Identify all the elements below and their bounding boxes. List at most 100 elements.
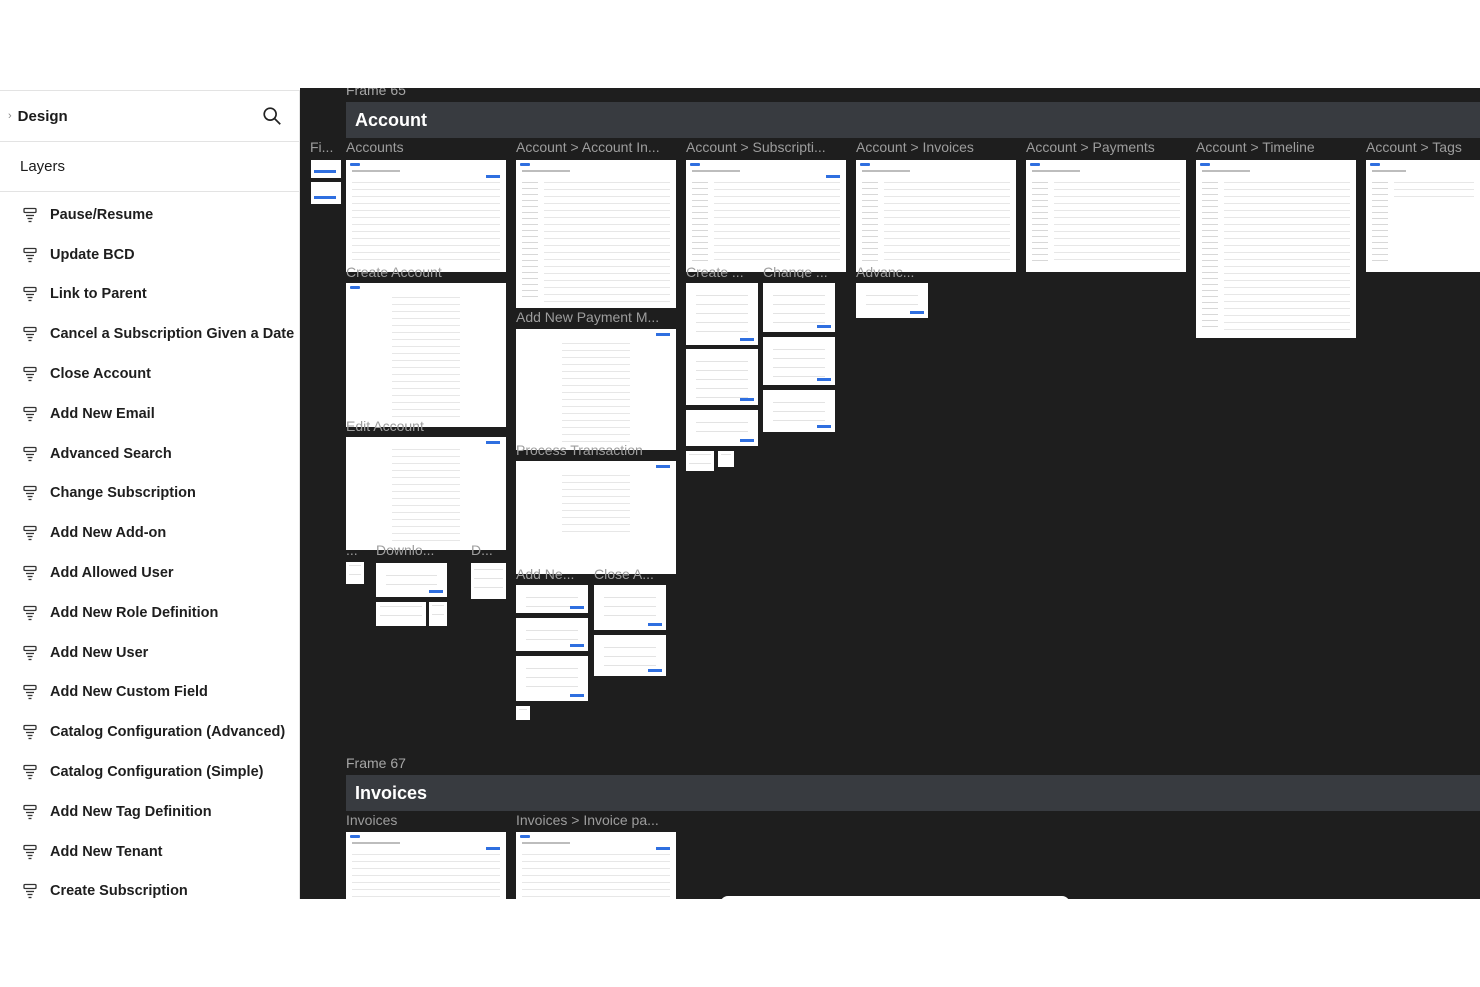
artboard-invoices[interactable] bbox=[856, 160, 1016, 272]
artboard-label-subscriptions[interactable]: Account > Subscripti... bbox=[686, 139, 846, 155]
artboard-label-change-short[interactable]: Change ... bbox=[763, 264, 835, 278]
dialog-change-1[interactable] bbox=[763, 283, 835, 332]
layer-item[interactable]: Add New Role Definition bbox=[0, 593, 299, 633]
artboard-label-account-info[interactable]: Account > Account In... bbox=[516, 139, 676, 155]
artboard-label-add-payment[interactable]: Add New Payment M... bbox=[516, 309, 676, 325]
dialog-add-new-1[interactable] bbox=[516, 585, 588, 613]
artboard-label-create-account[interactable]: Create Account bbox=[346, 264, 506, 278]
layer-item[interactable]: Pause/Resume bbox=[0, 195, 299, 235]
artboard-label-download[interactable]: Downlo... bbox=[376, 542, 446, 558]
layer-item[interactable]: Cancel a Subscription Given a Date bbox=[0, 314, 299, 354]
dialog-change-3[interactable] bbox=[763, 390, 835, 432]
dialog-advanced-search[interactable] bbox=[856, 283, 928, 318]
design-canvas[interactable]: Frame 65 Account Fi... Accounts Account … bbox=[300, 88, 1480, 899]
design-panel-title[interactable]: Design bbox=[18, 108, 261, 125]
artboard-label-close-short[interactable]: Close A... bbox=[594, 566, 666, 580]
layer-item[interactable]: Catalog Configuration (Advanced) bbox=[0, 712, 299, 752]
layer-item[interactable]: Add New User bbox=[0, 633, 299, 673]
artboard-label-accounts[interactable]: Accounts bbox=[346, 139, 506, 155]
section-frame-icon bbox=[23, 764, 37, 780]
design-panel-header: › Design bbox=[0, 90, 299, 142]
layer-item[interactable]: Create Subscription bbox=[0, 872, 299, 899]
dialog-create-1[interactable] bbox=[686, 283, 758, 345]
artboard-label-fi[interactable]: Fi... bbox=[310, 139, 340, 155]
layer-item[interactable]: Catalog Configuration (Simple) bbox=[0, 752, 299, 792]
canvas-toolbar-edge[interactable] bbox=[720, 896, 1070, 899]
layer-item[interactable]: Close Account bbox=[0, 354, 299, 394]
dialog-create-4[interactable] bbox=[686, 451, 714, 471]
frame-65-label[interactable]: Frame 65 bbox=[346, 88, 406, 98]
dialog-download-2[interactable] bbox=[376, 602, 426, 626]
artboard-label-edit-account[interactable]: Edit Account bbox=[346, 418, 506, 432]
artboard-label-invoice-page[interactable]: Invoices > Invoice pa... bbox=[516, 812, 676, 828]
layer-item-label: Add New Add-on bbox=[50, 525, 167, 542]
artboard-fi-top[interactable] bbox=[311, 160, 341, 178]
artboard-edit-account[interactable] bbox=[346, 437, 506, 550]
dialog-add-new-2[interactable] bbox=[516, 618, 588, 651]
layer-item[interactable]: Add New Custom Field bbox=[0, 673, 299, 713]
artboard-process-transaction[interactable] bbox=[516, 461, 676, 574]
section-frame-icon bbox=[23, 645, 37, 660]
layer-item[interactable]: Update BCD bbox=[0, 235, 299, 275]
artboard-invoice-page[interactable] bbox=[516, 832, 676, 899]
invoices-section-bar[interactable]: Invoices bbox=[346, 775, 1480, 811]
dialog-add-new-3[interactable] bbox=[516, 656, 588, 701]
layer-item[interactable]: Add New Add-on bbox=[0, 513, 299, 553]
artboard-tags[interactable] bbox=[1366, 160, 1480, 272]
layer-item[interactable]: Add New Tag Definition bbox=[0, 792, 299, 832]
section-frame-icon bbox=[23, 844, 37, 859]
dialog-download-1[interactable] bbox=[376, 563, 447, 597]
layer-item[interactable]: Advanced Search bbox=[0, 434, 299, 474]
dialog-download-3[interactable] bbox=[429, 602, 447, 626]
artboard-label-add-new-short[interactable]: Add Ne... bbox=[516, 566, 588, 580]
artboard-label-advanced-short[interactable]: Advanc... bbox=[856, 264, 928, 278]
chevron-right-icon[interactable]: › bbox=[8, 110, 12, 122]
layer-item-label: Update BCD bbox=[50, 246, 135, 263]
artboard-label-payments[interactable]: Account > Payments bbox=[1026, 139, 1186, 155]
dialog-date-picker[interactable] bbox=[471, 563, 506, 599]
layer-item[interactable]: Change Subscription bbox=[0, 474, 299, 514]
artboard-timeline[interactable] bbox=[1196, 160, 1356, 338]
artboard-label-dots[interactable]: ... bbox=[346, 542, 366, 558]
artboard-label-invoices[interactable]: Account > Invoices bbox=[856, 139, 1016, 155]
artboard-create-account[interactable] bbox=[346, 283, 506, 427]
layer-item[interactable]: Add Allowed User bbox=[0, 553, 299, 593]
layer-item-label: Add New Tenant bbox=[50, 843, 163, 860]
dialog-close-account[interactable] bbox=[594, 585, 666, 630]
artboard-label-timeline[interactable]: Account > Timeline bbox=[1196, 139, 1356, 155]
layer-item[interactable]: Add New Tenant bbox=[0, 832, 299, 872]
section-frame-icon bbox=[23, 526, 37, 541]
dialog-change-2[interactable] bbox=[763, 337, 835, 385]
artboard-fi-bottom[interactable] bbox=[311, 182, 341, 204]
dialog-close-2[interactable] bbox=[594, 635, 666, 676]
layer-item[interactable]: Link to Parent bbox=[0, 275, 299, 315]
artboard-subscriptions[interactable] bbox=[686, 160, 846, 272]
artboard-accounts[interactable] bbox=[346, 160, 506, 272]
layer-item[interactable]: Add New Email bbox=[0, 394, 299, 434]
layer-item-label: Close Account bbox=[50, 366, 151, 383]
artboard-label-d-short[interactable]: D... bbox=[471, 542, 507, 558]
dialog-create-5[interactable] bbox=[718, 451, 734, 467]
artboard-account-info[interactable] bbox=[516, 160, 676, 308]
search-icon[interactable] bbox=[261, 105, 283, 127]
dialog-add-new-4[interactable] bbox=[516, 706, 530, 720]
section-frame-icon bbox=[23, 446, 37, 461]
artboard-label-invoices-list[interactable]: Invoices bbox=[346, 812, 506, 828]
artboard-label-process-transaction[interactable]: Process Transaction bbox=[516, 442, 676, 456]
layer-item-label: Change Subscription bbox=[50, 485, 196, 502]
layer-item-label: Link to Parent bbox=[50, 286, 147, 303]
artboard-label-tags[interactable]: Account > Tags bbox=[1366, 139, 1480, 155]
artboard-add-payment[interactable] bbox=[516, 329, 676, 450]
layer-item-label: Add New Email bbox=[50, 405, 155, 422]
artboard-label-create-short[interactable]: Create ... bbox=[686, 264, 756, 278]
artboard-invoices-list[interactable] bbox=[346, 832, 506, 899]
dialog-create-2[interactable] bbox=[686, 349, 758, 405]
dialog-dots[interactable] bbox=[346, 562, 364, 584]
layer-item-label: Advanced Search bbox=[50, 445, 172, 462]
layer-item-label: Add New Tag Definition bbox=[50, 803, 212, 820]
section-frame-icon bbox=[23, 884, 37, 899]
dialog-create-3[interactable] bbox=[686, 410, 758, 446]
artboard-payments[interactable] bbox=[1026, 160, 1186, 272]
account-section-bar[interactable]: Account bbox=[346, 102, 1480, 138]
frame-67-label[interactable]: Frame 67 bbox=[346, 755, 406, 771]
